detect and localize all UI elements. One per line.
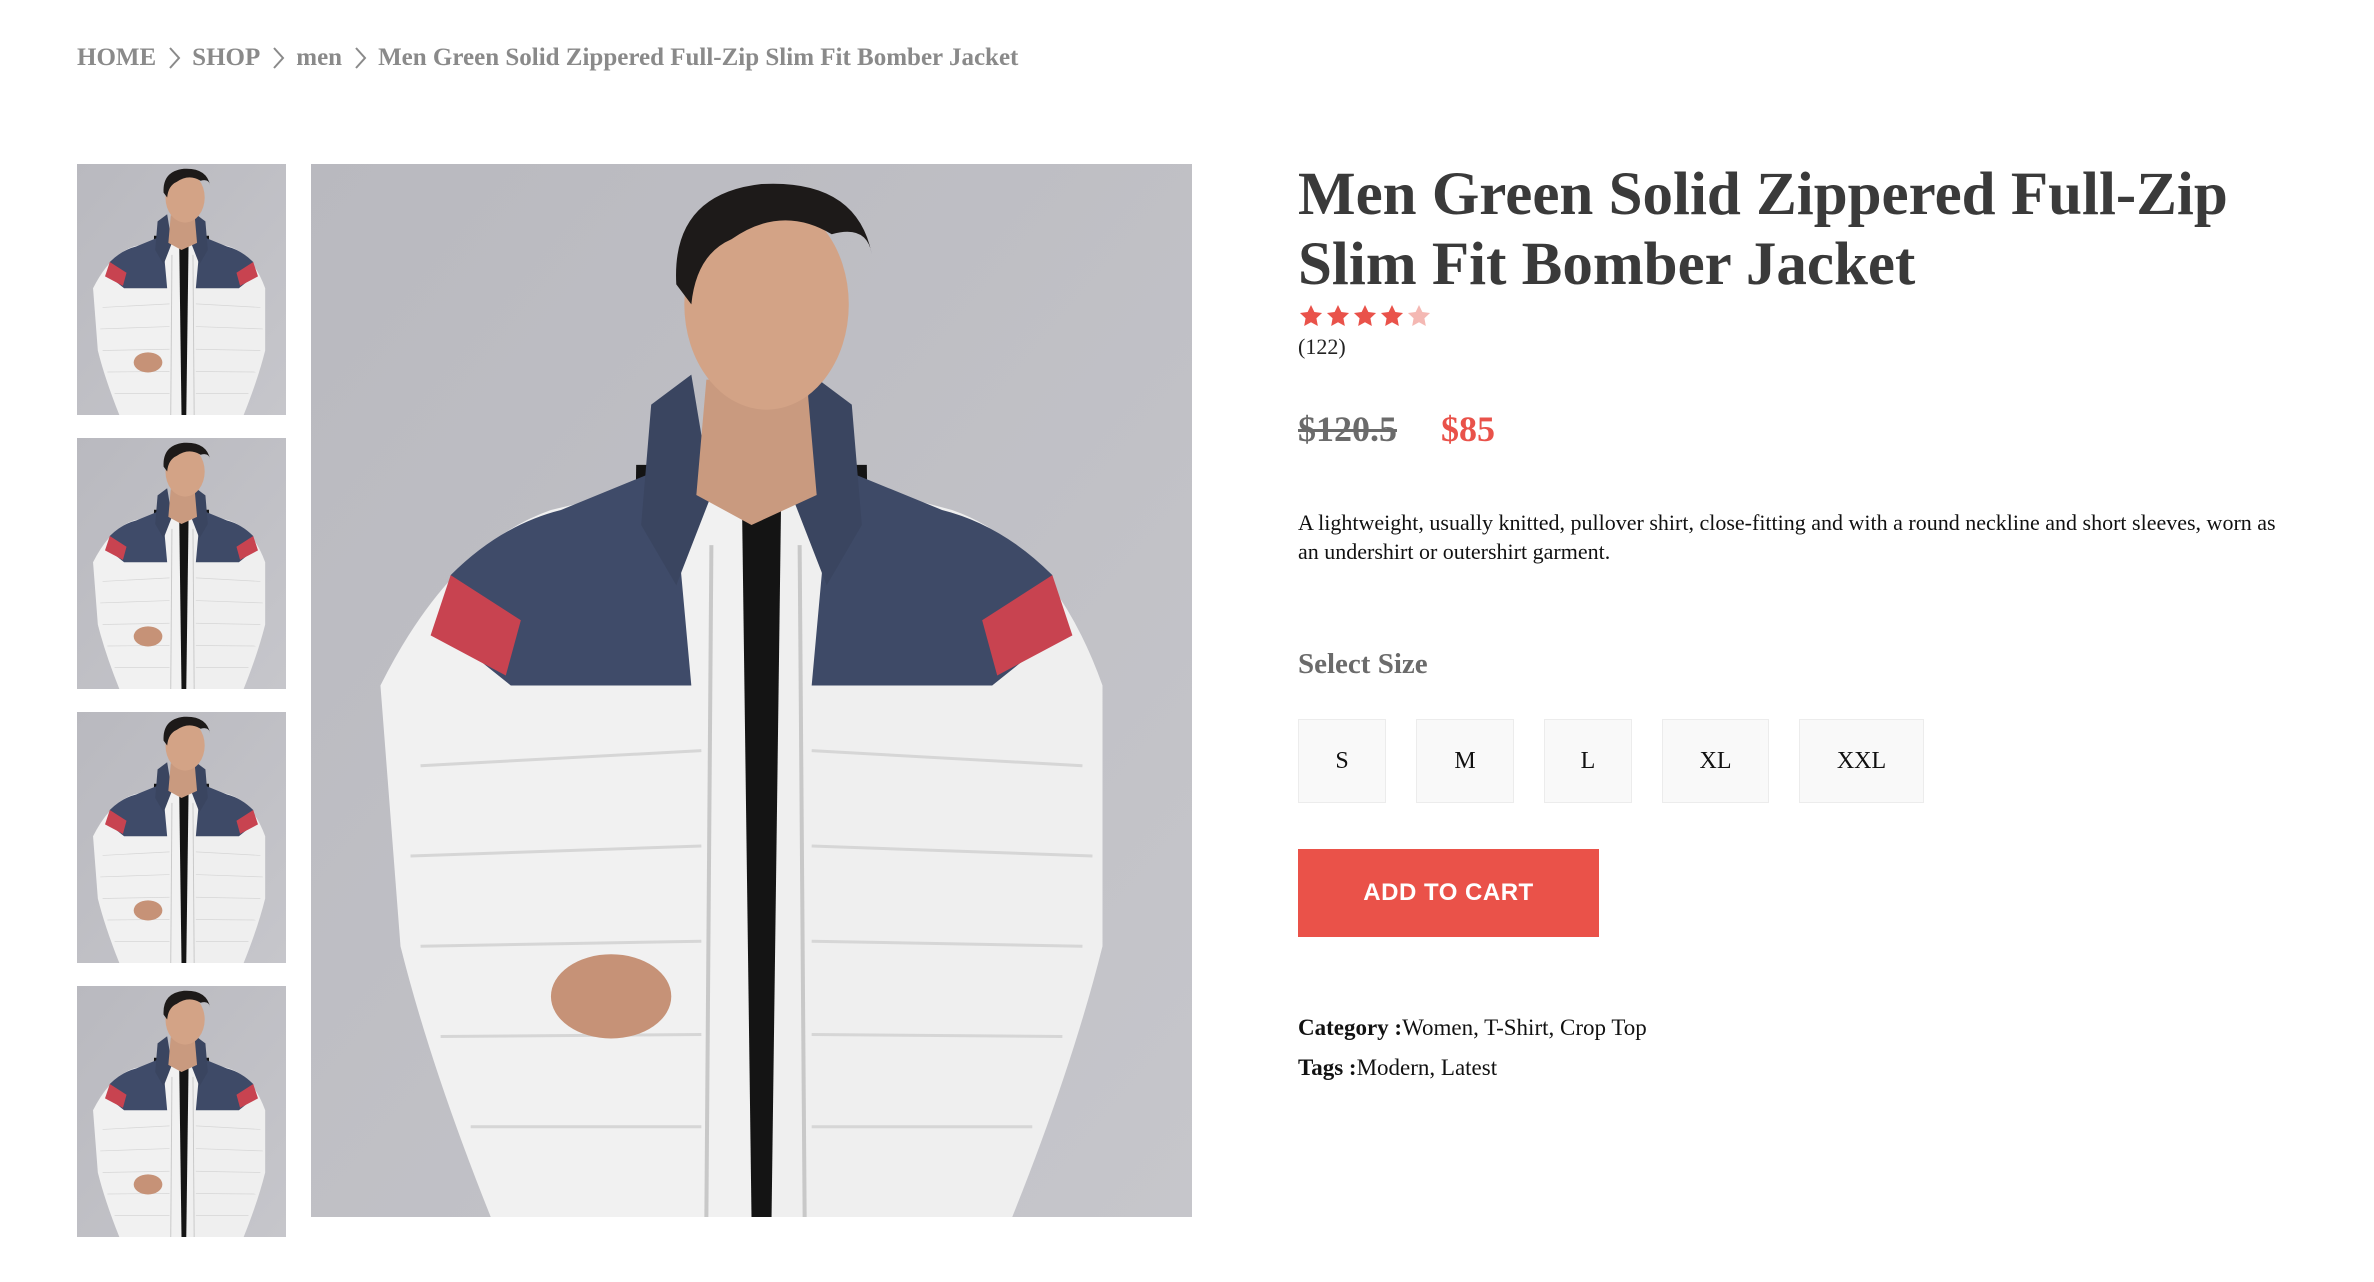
size-option-xxl[interactable]: XXL (1799, 719, 1924, 803)
product-page: HOME SHOP men Men Green Solid Zippered F… (0, 0, 2374, 1282)
original-price: $120.5 (1298, 409, 1397, 449)
breadcrumb-shop-link[interactable]: SHOP (192, 44, 260, 72)
product-thumbnail-image (77, 712, 286, 963)
size-option-l[interactable]: L (1544, 719, 1632, 803)
product-thumbnail[interactable] (77, 438, 286, 689)
product-thumbnail-image (77, 986, 286, 1237)
product-thumbnail[interactable] (77, 164, 286, 415)
size-option-s[interactable]: S (1298, 719, 1386, 803)
thumbnail-gallery (77, 164, 286, 1260)
size-option-m[interactable]: M (1416, 719, 1514, 803)
star-icon (1352, 303, 1378, 329)
product-photo (311, 164, 1192, 1217)
tags-label: Tags : (1298, 1055, 1357, 1080)
sale-price: $85 (1441, 409, 1495, 449)
size-selector: S M L XL XXL (1298, 719, 2298, 803)
star-icon (1325, 303, 1351, 329)
product-thumbnail[interactable] (77, 712, 286, 963)
star-icon (1379, 303, 1405, 329)
product-description: A lightweight, usually knitted, pullover… (1298, 510, 2276, 564)
product-meta: Category :Women, T-Shirt, Crop Top Tags … (1298, 1015, 2298, 1081)
product-info: Men Green Solid Zippered Full-Zip Slim F… (1298, 160, 2298, 1095)
chevron-right-icon (264, 46, 292, 70)
chevron-right-icon (346, 46, 374, 70)
star-rating (1298, 302, 2298, 330)
tags-row: Tags :Modern, Latest (1298, 1055, 2298, 1081)
product-title: Men Green Solid Zippered Full-Zip Slim F… (1298, 161, 2228, 298)
add-to-cart-button[interactable]: ADD TO CART (1298, 849, 1599, 937)
product-main-image[interactable] (311, 164, 1192, 1217)
size-option-xl[interactable]: XL (1662, 719, 1769, 803)
select-size-label: Select Size (1298, 648, 1428, 680)
category-value[interactable]: Women, T-Shirt, Crop Top (1402, 1015, 1647, 1040)
product-thumbnail-image (77, 164, 286, 415)
breadcrumb-men-link[interactable]: men (296, 44, 342, 72)
breadcrumb: HOME SHOP men Men Green Solid Zippered F… (77, 44, 1018, 72)
chevron-right-icon (160, 46, 188, 70)
product-thumbnail[interactable] (77, 986, 286, 1237)
tags-value[interactable]: Modern, Latest (1357, 1055, 1498, 1080)
star-icon (1406, 303, 1432, 329)
breadcrumb-current-page: Men Green Solid Zippered Full-Zip Slim F… (378, 44, 1019, 71)
review-count: (122) (1298, 334, 1346, 359)
star-icon (1298, 303, 1324, 329)
category-row: Category :Women, T-Shirt, Crop Top (1298, 1015, 2298, 1041)
product-thumbnail-image (77, 438, 286, 689)
category-label: Category : (1298, 1015, 1403, 1040)
price-block: $120.5 $85 (1298, 408, 2298, 450)
breadcrumb-home-link[interactable]: HOME (77, 44, 156, 72)
